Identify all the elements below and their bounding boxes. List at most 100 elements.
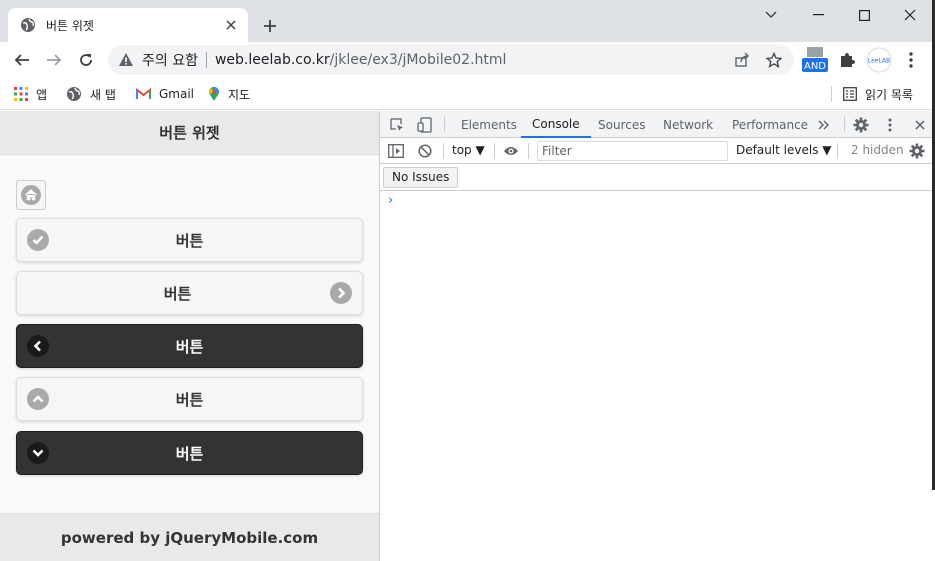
bookmark-star-icon[interactable] — [766, 52, 782, 68]
new-tab-icon[interactable] — [256, 12, 284, 40]
dropdown-caret-icon: ▼ — [822, 143, 832, 157]
close-tab-icon[interactable] — [220, 14, 242, 36]
bookmark-apps[interactable]: 앱 — [14, 83, 47, 105]
button-label: 버튼 — [175, 337, 204, 356]
arrow-up-icon — [27, 388, 49, 410]
devtools-menu-icon[interactable] — [881, 116, 899, 134]
console-prompt[interactable]: › — [388, 193, 393, 208]
dropdown-caret-icon: ▼ — [475, 143, 485, 157]
hidden-messages-count: 2 hidden — [851, 143, 904, 157]
page-header-title: 버튼 위젯 — [0, 111, 379, 155]
bookmarks-divider — [831, 86, 832, 102]
forward-icon[interactable] — [40, 46, 68, 74]
tab-console[interactable]: Console — [521, 111, 591, 138]
console-filter-input[interactable]: Filter — [537, 141, 728, 161]
tab-performance[interactable]: Performance — [732, 111, 808, 138]
jquery-mobile-page: 버튼 위젯 버튼 버튼 버튼 버튼 버튼 powered by jQueryMo… — [0, 111, 379, 561]
tab-elements[interactable]: Elements — [461, 111, 517, 138]
tab-network[interactable]: Network — [663, 111, 713, 138]
devtools-divider — [494, 143, 495, 159]
extensions-puzzle-icon[interactable] — [838, 51, 856, 73]
button-label: 버튼 — [175, 231, 204, 250]
address-bar[interactable]: 주의 요함 web.leelab.co.kr/jklee/ex3/jMobile… — [108, 45, 794, 75]
and-extension-icon[interactable]: AND — [801, 47, 829, 77]
sidebar-toggle-icon[interactable] — [387, 142, 405, 160]
log-levels-dropdown[interactable]: Default levels ▼ — [736, 143, 832, 157]
button-label: 버튼 — [163, 284, 192, 303]
warning-icon — [119, 53, 133, 66]
devtools-divider — [837, 143, 838, 159]
check-icon — [27, 229, 49, 251]
console-settings-gear-icon[interactable] — [908, 142, 926, 160]
bookmark-gmail[interactable]: Gmail — [136, 83, 194, 105]
globe-icon — [21, 18, 35, 32]
button-arrow-up[interactable]: 버튼 — [16, 377, 363, 421]
close-devtools-icon[interactable] — [911, 116, 929, 134]
devtools-panel: Elements Console Sources Network Perform… — [379, 111, 935, 561]
maximize-icon[interactable] — [841, 0, 887, 30]
share-icon[interactable] — [734, 52, 750, 68]
apps-grid-icon — [14, 87, 28, 101]
button-arrow-right[interactable]: 버튼 — [16, 271, 363, 315]
url-domain: web.leelab.co.kr — [214, 52, 330, 68]
button-arrow-down[interactable]: 버튼 — [16, 431, 363, 475]
console-toolbar: top ▼ Filter Default levels ▼ 2 hidden — [380, 138, 935, 164]
browser-toolbar: 주의 요함 web.leelab.co.kr/jklee/ex3/jMobile… — [0, 42, 935, 78]
bookmark-apps-label: 앱 — [36, 87, 48, 102]
back-icon[interactable] — [8, 46, 36, 74]
bookmarks-bar: 앱 새 탭 Gmail 지도 읽기 목록 — [0, 78, 935, 110]
tab-search-icon[interactable] — [748, 0, 794, 30]
page-footer: powered by jQueryMobile.com — [0, 513, 379, 561]
tab-sources[interactable]: Sources — [598, 111, 645, 138]
arrow-down-icon — [27, 442, 49, 464]
devtools-divider — [443, 143, 444, 159]
button-arrow-left[interactable]: 버튼 — [16, 324, 363, 368]
reload-icon[interactable] — [72, 46, 100, 74]
context-value: top — [452, 143, 472, 157]
bookmark-maps-label: 지도 — [228, 87, 251, 102]
devtools-divider — [444, 116, 445, 132]
bookmark-new-tab-label: 새 탭 — [90, 87, 116, 102]
tab-title: 버튼 위젯 — [46, 18, 94, 33]
svg-text:AND: AND — [804, 61, 826, 72]
close-window-icon[interactable] — [887, 0, 933, 30]
reading-list-label: 읽기 목록 — [865, 87, 913, 102]
issues-row: No Issues — [380, 164, 935, 191]
reading-list-button[interactable]: 읽기 목록 — [843, 83, 913, 105]
devtools-divider — [844, 116, 845, 132]
inspect-element-icon[interactable] — [388, 116, 406, 134]
tab-strip: 버튼 위젯 — [0, 0, 935, 42]
devtools-divider — [528, 143, 529, 159]
clear-console-icon[interactable] — [416, 142, 434, 160]
home-icon — [21, 185, 41, 205]
bookmark-maps[interactable]: 지도 — [208, 83, 250, 105]
arrow-left-icon — [27, 335, 49, 357]
more-tabs-icon[interactable] — [815, 116, 833, 134]
browser-window: 버튼 위젯 주의 요함 web.leelab.co.kr/jklee/ex3/j… — [0, 0, 935, 561]
address-separator — [205, 52, 207, 68]
map-pin-icon — [209, 86, 219, 101]
log-levels-label: Default levels — [736, 143, 819, 157]
bookmark-gmail-label: Gmail — [159, 87, 195, 101]
menu-dots-icon[interactable] — [905, 51, 917, 73]
leelab-profile-icon[interactable]: LeeLAB — [866, 47, 892, 77]
url-text: web.leelab.co.kr/jklee/ex3/jMobile02.htm… — [215, 52, 506, 68]
devtools-tabbar: Elements Console Sources Network Perform… — [380, 111, 935, 138]
url-path: /jklee/ex3/jMobile02.html — [329, 52, 507, 68]
security-warning-label: 주의 요함 — [142, 53, 198, 69]
settings-gear-icon[interactable] — [852, 116, 870, 134]
reading-list-icon — [843, 87, 857, 101]
context-selector[interactable]: top ▼ — [452, 143, 485, 157]
button-label: 버튼 — [175, 444, 204, 463]
live-expression-eye-icon[interactable] — [502, 142, 520, 160]
minimize-icon[interactable] — [795, 0, 841, 30]
device-toolbar-icon[interactable] — [416, 116, 434, 134]
arrow-right-icon — [330, 282, 352, 304]
button-check[interactable]: 버튼 — [16, 218, 363, 262]
gmail-icon — [136, 88, 151, 99]
browser-tab[interactable]: 버튼 위젯 — [8, 8, 248, 42]
home-button[interactable] — [16, 180, 46, 210]
bookmark-new-tab[interactable]: 새 탭 — [66, 83, 116, 105]
issues-button[interactable]: No Issues — [383, 167, 459, 188]
globe-icon — [67, 87, 81, 101]
